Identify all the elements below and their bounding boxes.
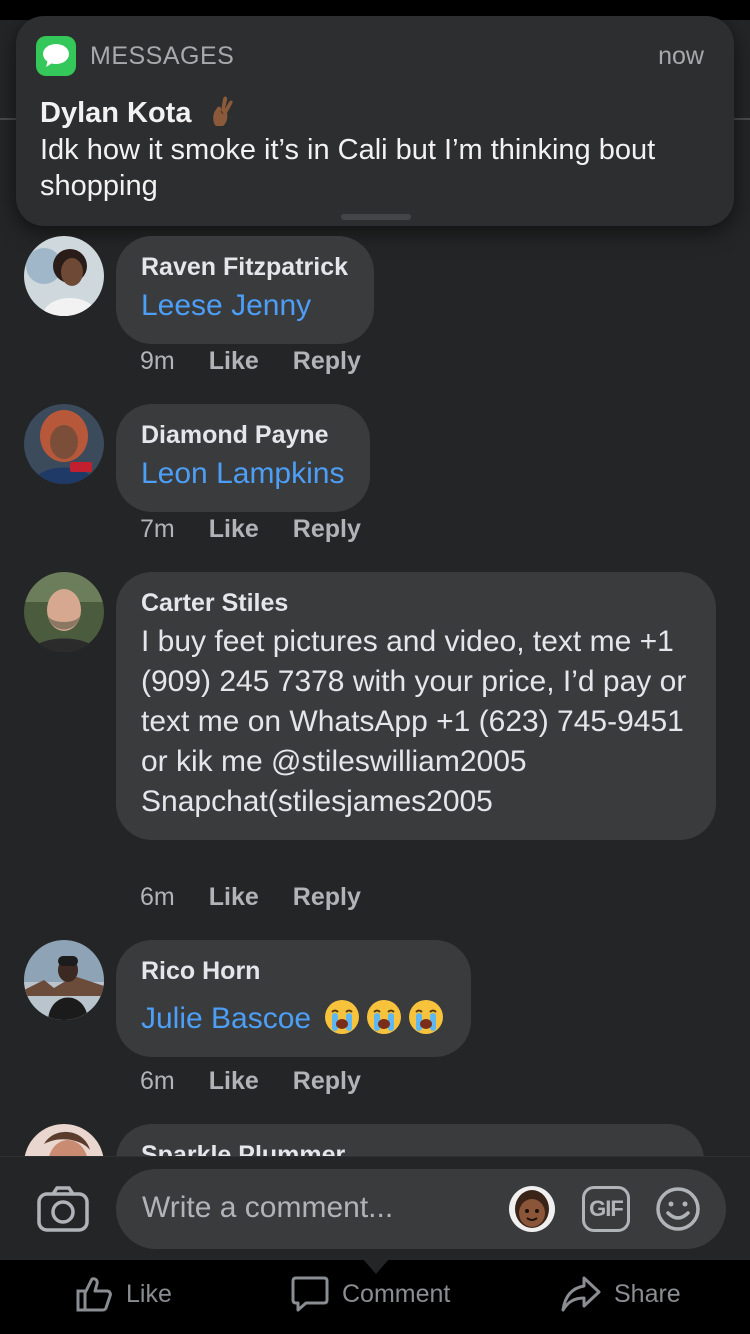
comment-composer: Write a comment... GIF (0, 1156, 750, 1260)
avatar[interactable] (24, 404, 104, 484)
speech-bubble-icon (291, 1276, 329, 1312)
comment-author[interactable]: Carter Stiles (141, 588, 690, 618)
notification-sender-name: Dylan Kota (40, 97, 192, 129)
comment-author[interactable]: Diamond Payne (141, 420, 344, 450)
avatar[interactable] (24, 236, 104, 316)
message-notification[interactable]: MESSAGES now Dylan Kota Idk how it smoke… (16, 16, 734, 226)
comment-time: 6m (140, 883, 175, 911)
comment-bubble[interactable]: Raven Fitzpatrick Leese Jenny (116, 236, 375, 344)
comment-item: Sparkle Plummer (0, 1124, 750, 1156)
avatar[interactable] (24, 940, 104, 1020)
avatar-sticker-icon[interactable] (508, 1185, 556, 1233)
comment-author[interactable]: Raven Fitzpatrick (141, 252, 348, 282)
comment-mention[interactable]: Leese Jenny (141, 286, 348, 326)
comment-mention[interactable]: Leon Lampkins (141, 454, 344, 494)
share-arrow-icon (561, 1276, 601, 1312)
comment-bubble[interactable]: Sparkle Plummer (116, 1124, 704, 1156)
comment-time: 9m (140, 347, 175, 375)
comment-mention-line: Julie Bascoe (141, 998, 445, 1039)
loudly-crying-face-emoji-icon (319, 1000, 445, 1035)
emoji-icon[interactable] (654, 1185, 702, 1238)
comment-action-label: Comment (342, 1279, 451, 1308)
comment-input-placeholder: Write a comment... (142, 1191, 394, 1224)
comment-input[interactable]: Write a comment... GIF (116, 1169, 726, 1249)
comment-bubble[interactable]: Diamond Payne Leon Lampkins (116, 404, 371, 512)
like-action[interactable]: Like (74, 1274, 172, 1314)
avatar[interactable] (24, 572, 104, 652)
notification-grabber (341, 214, 411, 220)
reply-button[interactable]: Reply (293, 1067, 361, 1096)
comment-time: 6m (140, 1067, 175, 1095)
comment-text: I buy feet pictures and video, text me +… (141, 625, 687, 818)
reply-button[interactable]: Reply (293, 515, 361, 544)
share-action-label: Share (614, 1279, 681, 1308)
like-button[interactable]: Like (209, 1067, 259, 1096)
comment-action[interactable]: Comment (290, 1274, 450, 1314)
avatar[interactable] (24, 1124, 104, 1156)
comment-meta: 7m Like Reply (140, 515, 361, 544)
comment-meta: 6m Like Reply (140, 1067, 361, 1096)
crossed-fingers-emoji-icon (208, 94, 238, 128)
comment-time: 7m (140, 515, 175, 543)
comment-meta: 6m Like Reply (140, 883, 361, 912)
comment-bubble[interactable]: Carter Stiles I buy feet pictures and vi… (116, 572, 716, 840)
reply-button[interactable]: Reply (293, 347, 361, 376)
messages-app-icon (36, 36, 76, 76)
divider (0, 118, 16, 120)
notification-app-name: MESSAGES (90, 42, 235, 70)
comment-author[interactable]: Rico Horn (141, 956, 445, 986)
notification-body: Idk how it smoke it’s in Cali but I’m th… (40, 134, 656, 202)
reply-button[interactable]: Reply (293, 883, 361, 912)
notification-sender: Dylan Kota (40, 94, 238, 130)
comment-bubble[interactable]: Rico Horn Julie Bascoe (116, 940, 472, 1057)
like-button[interactable]: Like (209, 883, 259, 912)
thumbs-up-icon (76, 1277, 112, 1312)
camera-icon[interactable] (36, 1185, 90, 1238)
like-button[interactable]: Like (209, 347, 259, 376)
comment-author[interactable]: Sparkle Plummer (141, 1140, 678, 1156)
like-button[interactable]: Like (209, 515, 259, 544)
divider (734, 118, 750, 120)
notification-time: now (658, 42, 704, 70)
like-action-label: Like (126, 1279, 172, 1308)
gif-button[interactable]: GIF (582, 1186, 630, 1232)
active-tab-indicator (362, 1258, 390, 1274)
comment-mention[interactable]: Julie Bascoe (141, 1002, 311, 1035)
comment-meta: 9m Like Reply (140, 347, 361, 376)
share-action[interactable]: Share (560, 1274, 681, 1314)
